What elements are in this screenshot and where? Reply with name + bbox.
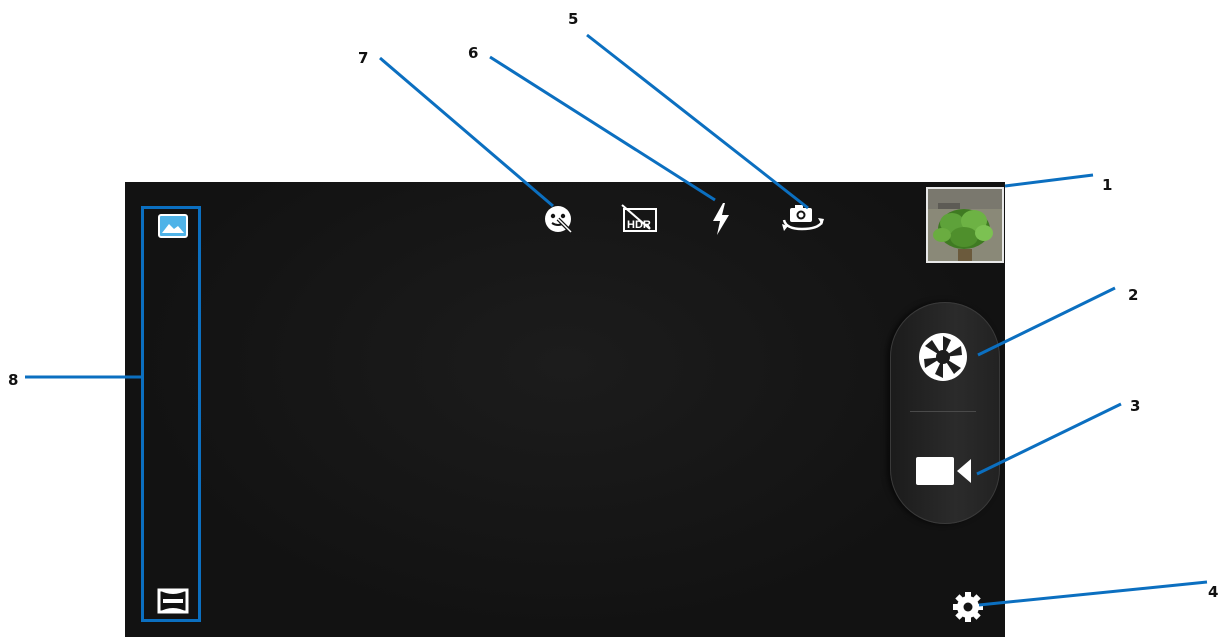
callout-7: 7 (358, 49, 369, 67)
callout-6: 6 (468, 44, 479, 62)
callout-4: 4 (1208, 583, 1219, 601)
callout-3: 3 (1130, 397, 1141, 415)
callout-2: 2 (1128, 286, 1139, 304)
callout-5: 5 (568, 10, 579, 28)
callout-lines (25, 33, 1208, 607)
callout-8: 8 (8, 371, 19, 389)
callout-1: 1 (1102, 176, 1113, 194)
